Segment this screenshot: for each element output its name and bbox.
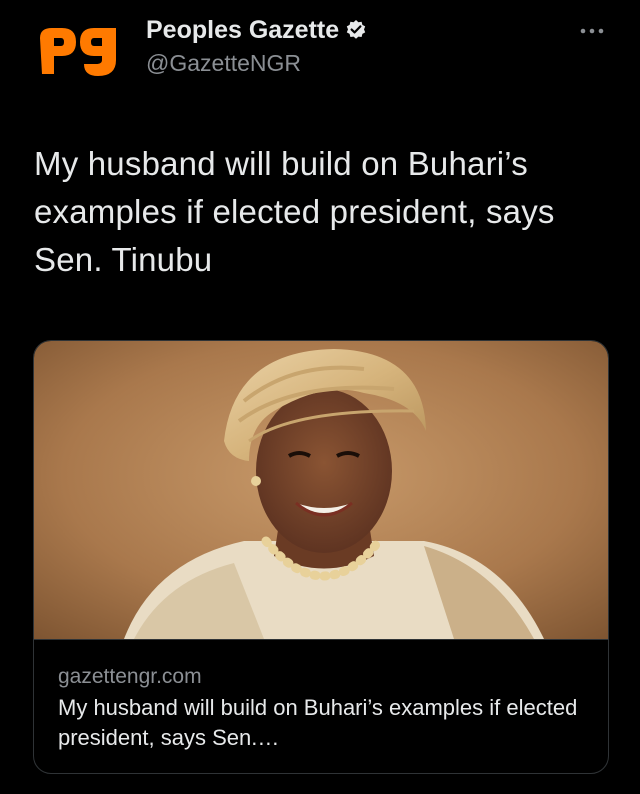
tweet-text: My husband will build on Buhari’s exampl… (34, 145, 555, 278)
tweet-header: Peoples Gazette @GazetteNGR (146, 14, 367, 78)
link-preview-image[interactable] (34, 341, 608, 639)
link-title: My husband will build on Buhari’s exampl… (58, 695, 578, 750)
pg-logo: pg (36, 16, 116, 76)
tweet[interactable]: pg Peoples Gazette @GazetteNGR My husban… (0, 0, 640, 794)
link-domain: gazettengr.com (58, 665, 202, 688)
display-name-row: Peoples Gazette (146, 14, 367, 46)
display-name[interactable]: Peoples Gazette (146, 14, 339, 46)
link-preview-card[interactable]: gazettengr.com My husband will build on … (33, 340, 609, 774)
verified-badge-icon (345, 19, 367, 41)
card-divider (34, 639, 608, 640)
account-avatar[interactable]: pg (36, 16, 120, 86)
account-handle[interactable]: @GazetteNGR (146, 48, 367, 78)
svg-text:pg: pg (36, 16, 38, 17)
more-horizontal-icon[interactable] (578, 24, 606, 38)
